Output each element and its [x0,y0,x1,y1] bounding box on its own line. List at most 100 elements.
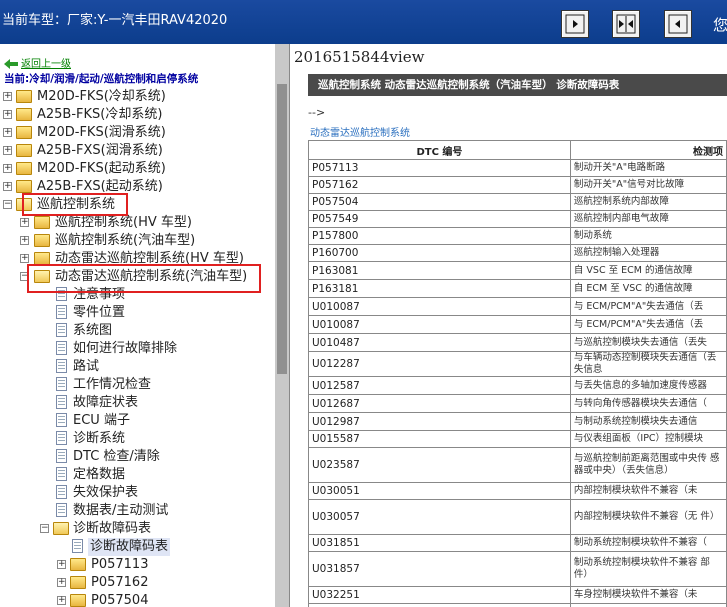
arrow-text: --> [308,106,326,119]
tree-item-label: 系统图 [73,323,113,338]
dtc-code-cell: P057162 [308,176,571,194]
table-row: U030057 内部控制模块软件不兼容（无 件） [308,499,727,535]
document-icon [56,503,67,517]
section-header-bar: 巡航控制系统 动态雷达巡航控制系统（汽油车型） 诊断故障码表 [308,74,727,96]
tree-item-label: 巡航控制系统(HV 车型) [55,215,192,230]
detection-item-cell: 巡航控制系统内部故障 [569,193,727,211]
section-title: 动态雷达巡航控制系统 [310,128,410,139]
table-row: U012287 与车辆动态控制模块失去通信（丢失信息 [308,351,727,377]
document-icon [56,485,67,499]
dtc-code-cell: U031851 [308,534,571,552]
folder-icon [16,90,32,103]
document-icon [72,539,83,553]
tree-item-label: P057113 [91,557,149,572]
dtc-code-cell: U012687 [308,394,571,413]
detection-item-cell: 制动系统控制模块软件不兼容 部件） [569,551,727,587]
open-folder-icon [53,522,69,535]
tree-item-label: 诊断系统 [73,431,126,446]
tree-item-label: 零件位置 [73,305,126,320]
folder-icon [70,558,86,571]
document-icon [56,341,67,355]
navigation-tree-panel: 返回上一级 当前:冷却/润滑/起动/巡航控制和启停系统 + M20D-FKS(冷却… [0,44,274,607]
collapse-icon[interactable]: − [3,200,12,209]
dtc-code-cell: P057113 [308,159,571,177]
car-value: 厂家:Y-一汽丰田RAV42020 [67,13,228,28]
table-row: P057549 巡航控制内部电气故障 [308,210,727,228]
table-row: U010087 与 ECM/PCM"A"失去通信（丢 [308,297,727,316]
collapse-right-button[interactable] [664,10,692,38]
folder-icon [16,126,32,139]
tree-item-label: DTC 检查/清除 [73,449,160,464]
expand-icon[interactable]: + [3,164,12,173]
table-row: U023587 与巡航控制前距离范围或中央传 感器或中央）（丢失信息） [308,447,727,483]
expand-icon[interactable]: + [3,128,12,137]
current-car-model: 当前车型：厂家:Y-一汽丰田RAV42020 [2,9,227,28]
folder-icon [16,108,32,121]
dtc-code-cell: P160700 [308,244,571,262]
expand-icon[interactable]: + [3,92,12,101]
document-icon [56,413,67,427]
folder-icon [34,234,50,247]
highlight-box-radar-cruise [27,264,261,293]
expand-icon[interactable]: + [3,182,12,191]
left-panel-scrollbar[interactable] [274,44,290,607]
expand-panel-icon [565,14,585,34]
expand-icon[interactable]: + [57,578,66,587]
tree-item-label: 路试 [73,359,100,374]
dtc-code-cell: P163181 [308,279,571,298]
collapse-icon[interactable]: − [40,524,49,533]
column-header-detection: 检测项 [569,140,727,160]
tree-item-label: P057162 [91,575,149,590]
expand-icon[interactable]: + [57,560,66,569]
split-view-button[interactable] [612,10,640,38]
detection-item-cell: 巡航控制输入处理器 [569,244,727,262]
detection-item-cell: 制动系统控制模块软件不兼容（ [569,534,727,552]
table-row: P160700 巡航控制输入处理器 [308,244,727,262]
dtc-code-cell: U012587 [308,376,571,395]
document-icon [56,359,67,373]
folder-icon [70,594,86,607]
tree-item-label: M20D-FKS(润滑系统) [37,125,166,140]
tree-item-label: P057504 [91,593,149,607]
dtc-table: DTC 编号 检测项 P057113 制动开关"A"电路断路 P057162 制动开关… [308,140,727,607]
folder-icon [34,216,50,229]
expand-icon[interactable]: + [20,236,29,245]
tree-item-label: 诊断故障码表 [88,538,171,556]
expand-icon[interactable]: + [20,218,29,227]
expand-icon[interactable]: + [3,146,12,155]
table-row: P163181 自 ECM 至 VSC 的通信故障 [308,279,727,298]
dtc-code-cell: U010487 [308,333,571,352]
table-row: P057113 制动开关"A"电路断路 [308,159,727,177]
expand-icon[interactable]: + [20,254,29,263]
detection-item-cell: 制动开关"A"信号对比故障 [569,176,727,194]
folder-icon [16,180,32,193]
scrollbar-thumb[interactable] [277,84,287,374]
expand-icon[interactable]: + [3,110,12,119]
dtc-code-cell: U032257 [308,603,571,607]
detection-item-cell: 与车辆动态控制模块失去通信（丢失信息 [569,351,727,377]
detection-item-cell: 制动开关"A"电路断路 [569,159,727,177]
table-row: P157800 制动系统 [308,227,727,245]
tree-item-label: ECU 端子 [73,413,130,428]
dtc-code-cell: U032251 [308,586,571,604]
dtc-code-cell: U012987 [308,412,571,431]
tree-item-label: 诊断故障码表 [73,521,152,536]
content-panel: 2016515844view 巡航控制系统 动态雷达巡航控制系统（汽油车型） 诊… [290,44,727,607]
page-title: 2016515844view [294,48,425,66]
table-row: U012687 与转向角传感器模块失去通信（ [308,394,727,413]
table-row: U010087 与 ECM/PCM"A"失去通信（丢 [308,315,727,334]
back-link[interactable]: 返回上一级 [4,55,71,70]
highlight-box-cruise-control [22,193,128,216]
dtc-code-cell: U030057 [308,499,571,535]
table-row: P057162 制动开关"A"信号对比故障 [308,176,727,194]
detection-item-cell: 制动系统 [569,227,727,245]
collapse-left-button[interactable] [561,10,589,38]
back-arrow-icon [4,59,18,69]
expand-icon[interactable]: + [57,596,66,605]
table-row: U030051 内部控制模块软件不兼容（未 [308,482,727,500]
dtc-code-cell: U031857 [308,551,571,587]
car-label: 当前车型： [2,13,68,28]
tree-item-label: A25B-FXS(润滑系统) [37,143,163,158]
dtc-code-cell: P057549 [308,210,571,228]
table-row: U032251 车身控制模块软件不兼容（未 [308,586,727,604]
